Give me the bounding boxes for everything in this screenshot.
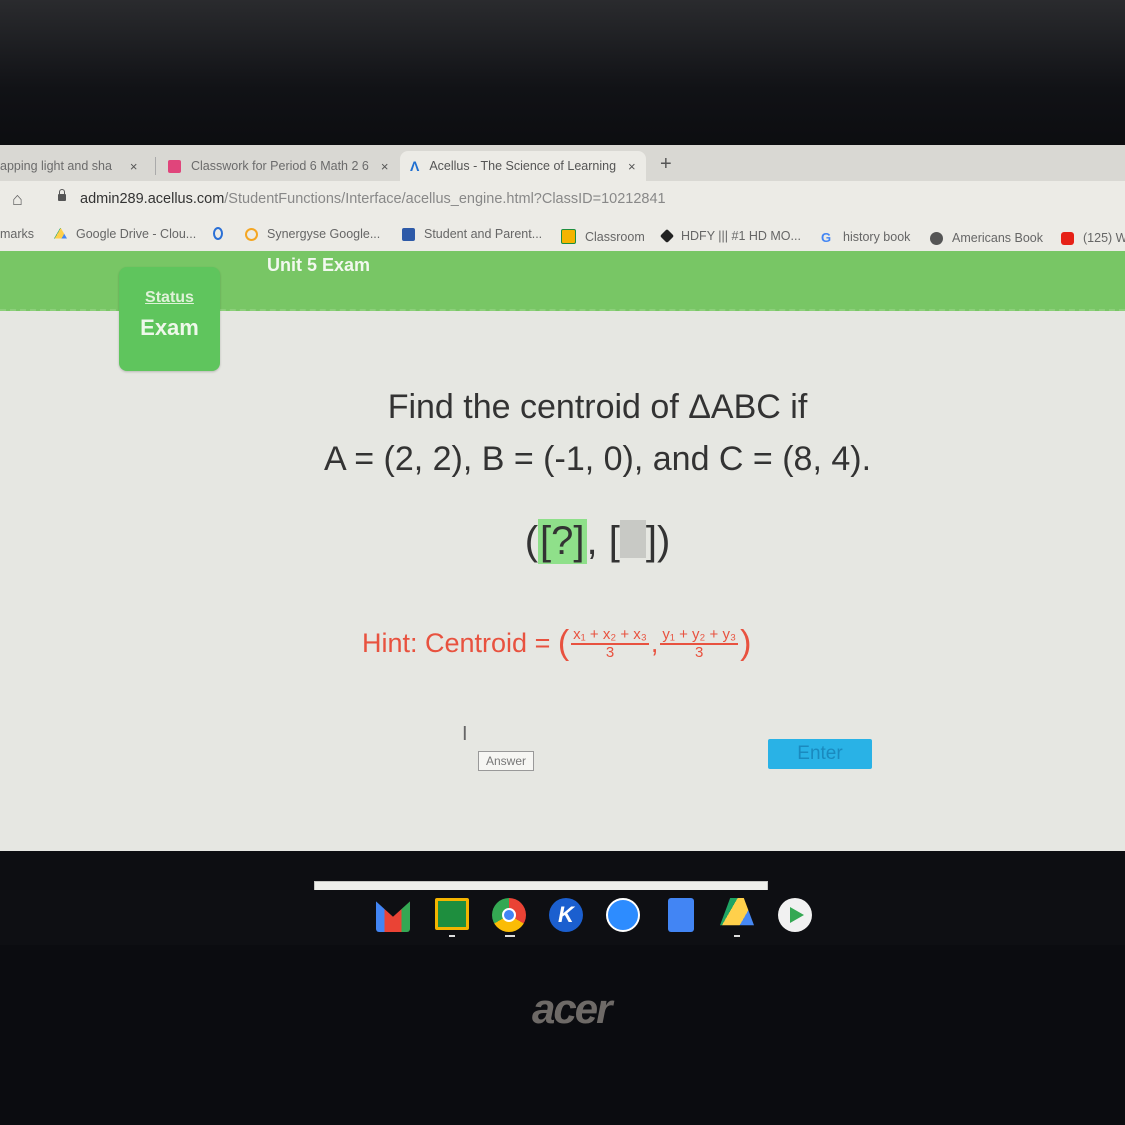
bookmark-label: history book (843, 230, 911, 244)
bookmark-label: Synergyse Google... (267, 227, 381, 241)
open-paren: ( (524, 519, 539, 563)
acer-logo: acer (532, 985, 612, 1032)
x-fraction: x₁ + x₂ + x₃ 3 (571, 625, 649, 661)
kahoot-icon[interactable]: K (549, 898, 583, 932)
hint-comma: , (650, 628, 659, 658)
drive-app-icon[interactable] (720, 898, 754, 926)
classroom-app-icon[interactable] (435, 898, 469, 930)
address-bar: ⌂ admin289.acellus.com/StudentFunctions/… (0, 181, 1125, 221)
y-fraction: y₁ + y₂ + y₃ 3 (660, 625, 739, 661)
acellus-icon: Λ (410, 157, 420, 174)
bookmark-app[interactable] (213, 227, 232, 240)
tab-label: Acellus - The Science of Learning (429, 159, 617, 173)
question-line-2: A = (2, 2), B = (-1, 0), and C = (8, 4). (323, 440, 872, 478)
classroom-icon (168, 159, 181, 173)
x-denominator: 3 (605, 643, 615, 661)
bookmark-label: Classroom (585, 229, 645, 244)
lock-icon[interactable] (58, 189, 66, 201)
chrome-icon[interactable] (492, 898, 526, 932)
bookmark-label: (125) W (1083, 231, 1125, 245)
sis-icon (402, 227, 415, 241)
url-path: /StudentFunctions/Interface/acellus_engi… (224, 191, 666, 207)
bookmark-hdfy[interactable]: HDFY ||| #1 HD MO... (659, 228, 801, 244)
gmail-icon[interactable] (376, 901, 410, 932)
laptop-body (0, 945, 1125, 1125)
acellus-page: Unit 5 Exam Status Exam Find the centroi… (0, 251, 1125, 917)
bookmark-americans-book[interactable]: Americans Book (930, 231, 1043, 245)
enter-button[interactable]: Enter (768, 739, 872, 769)
tab-mapping-light[interactable]: apping light and sha × (0, 151, 138, 181)
bookmark-student-parent[interactable]: Student and Parent... (402, 227, 542, 241)
hint-formula: Hint: Centroid = ( x₁ + x₂ + x₃ 3 , y₁ +… (362, 624, 751, 663)
answer-blank-x[interactable]: [?] (538, 519, 587, 564)
tab-strip: apping light and sha × Classwork for Per… (0, 145, 1125, 181)
zoom-icon[interactable] (606, 898, 640, 932)
os-shelf: K (0, 890, 1125, 945)
bookmark-all[interactable]: marks (0, 227, 34, 241)
docs-icon[interactable] (668, 898, 694, 932)
answer-tooltip: Answer (478, 751, 535, 771)
tab-classwork[interactable]: Classwork for Period 6 Math 2 6 × (168, 151, 388, 181)
running-indicator (505, 935, 515, 937)
question-text: Find the centroid of ΔABC if A = (2, 2),… (0, 381, 1125, 485)
url-field[interactable]: admin289.acellus.com/StudentFunctions/In… (80, 191, 666, 207)
unit-title: Unit 5 Exam (267, 255, 371, 275)
bookmark-label: Americans Book (952, 231, 1044, 245)
bookmark-classroom[interactable]: Classroom (561, 229, 645, 244)
status-link[interactable]: Status (119, 289, 220, 307)
bracket-left: [ (608, 519, 620, 563)
text-cursor-icon: I (462, 723, 468, 745)
close-paren: ) (656, 519, 671, 563)
status-box: Status Exam (119, 267, 220, 371)
bookmark-google-drive[interactable]: Google Drive - Clou... (54, 227, 196, 241)
question-line-1: Find the centroid of ΔABC if (387, 388, 808, 426)
hint-label: Hint: Centroid = (362, 628, 558, 658)
status-value: Exam (140, 315, 199, 340)
globe-icon (930, 231, 943, 245)
close-tab-icon[interactable]: × (381, 159, 389, 174)
new-tab-button[interactable]: + (660, 153, 672, 176)
tab-acellus[interactable]: Λ Acellus - The Science of Learning × (400, 151, 646, 181)
drive-icon (54, 227, 67, 239)
running-indicator (734, 935, 740, 937)
bookmark-synergyse[interactable]: Synergyse Google... (245, 227, 380, 241)
x-numerator: x₁ + x₂ + x₃ (571, 625, 649, 645)
hdfy-icon (659, 228, 675, 244)
tab-label: apping light and sha (0, 159, 112, 173)
bookmark-label: Student and Parent... (424, 227, 543, 241)
play-store-icon[interactable] (778, 898, 812, 932)
close-tab-icon[interactable]: × (628, 159, 636, 174)
screen: apping light and sha × Classwork for Per… (0, 145, 1125, 945)
bookmark-label: HDFY ||| #1 HD MO... (681, 229, 801, 243)
close-tab-icon[interactable]: × (130, 159, 138, 174)
bookmark-label: Google Drive - Clou... (76, 227, 197, 241)
bookmarks-bar: marks Google Drive - Clou... Synergyse G… (0, 221, 1125, 251)
youtube-icon (1061, 231, 1074, 245)
home-icon[interactable]: ⌂ (12, 189, 23, 210)
tab-divider (155, 157, 156, 175)
y-denominator: 3 (695, 643, 704, 661)
tab-label: Classwork for Period 6 Math 2 6 (191, 159, 369, 173)
url-host: admin289.acellus.com (80, 191, 225, 207)
app-icon (213, 227, 223, 240)
classroom-icon (561, 229, 576, 244)
hint-close-paren: ) (740, 624, 752, 662)
answer-format: ([?], []) (0, 519, 1125, 564)
bookmark-label: marks (0, 227, 35, 241)
separator: , (586, 519, 609, 563)
google-icon: G (821, 229, 832, 245)
y-numerator: y₁ + y₂ + y₃ (660, 625, 739, 645)
running-indicator (449, 935, 455, 937)
bookmark-youtube[interactable]: (125) W (1061, 231, 1125, 245)
answer-blank-y[interactable] (619, 520, 646, 558)
bracket-right: ] (645, 519, 657, 563)
laptop-bezel (0, 0, 1125, 148)
bookmark-history-book[interactable]: Ghistory book (821, 230, 910, 244)
hint-open-paren: ( (557, 624, 570, 662)
synergyse-icon (245, 227, 258, 241)
